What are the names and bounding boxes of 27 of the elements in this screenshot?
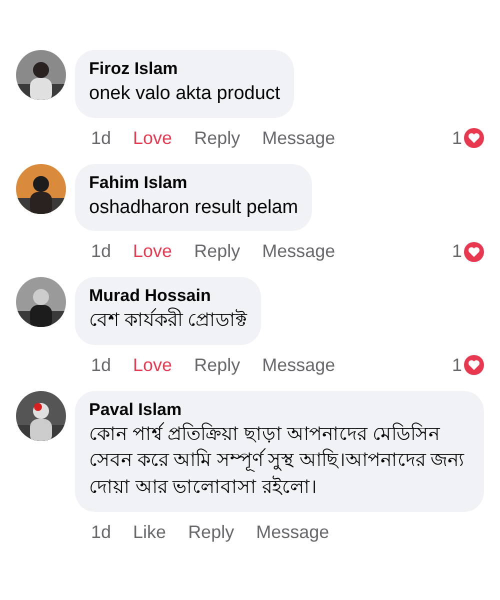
reaction-button[interactable]: Love [133,128,172,149]
message-button[interactable]: Message [262,128,336,149]
reaction-button[interactable]: Love [133,354,172,376]
reply-button[interactable]: Reply [194,241,240,262]
author-name[interactable]: Paval Islam [89,400,470,420]
comment-text: বেশ কার্যকরী প্রোডাক্ট [89,308,247,335]
comment-time: 1d [91,128,112,149]
reaction-count[interactable]: 1 [452,128,462,149]
author-name[interactable]: Fahim Islam [89,172,298,193]
comment-text: onek valo akta product [89,82,280,106]
message-button[interactable]: Message [262,241,336,262]
reply-button[interactable]: Reply [194,354,240,376]
comment-time: 1d [91,522,112,543]
reaction-button[interactable]: Love [133,241,172,262]
reaction-button[interactable]: Like [133,522,166,543]
reaction-count[interactable]: 1 [452,354,462,376]
author-name[interactable]: Murad Hossain [89,286,247,306]
message-button[interactable]: Message [262,354,336,376]
comment-text: কোন পার্শ্ব প্রতিক্রিয়া ছাড়া আপনাদের মেডিসিন সেবন করে আমি সম্পূর্ণ সুস্থ আছি।আপনাদের জন্য দোয়া আর ভালোবাসা রইলো। [89,422,466,500]
reply-button[interactable]: Reply [194,128,240,149]
comment-time: 1d [91,241,112,262]
message-button[interactable]: Message [256,522,330,543]
reaction-count[interactable]: 1 [452,241,462,262]
author-name[interactable]: Firoz Islam [89,59,280,79]
comment-text: oshadharon result pelam [89,196,298,220]
reply-button[interactable]: Reply [188,522,234,543]
comment-time: 1d [91,354,112,376]
